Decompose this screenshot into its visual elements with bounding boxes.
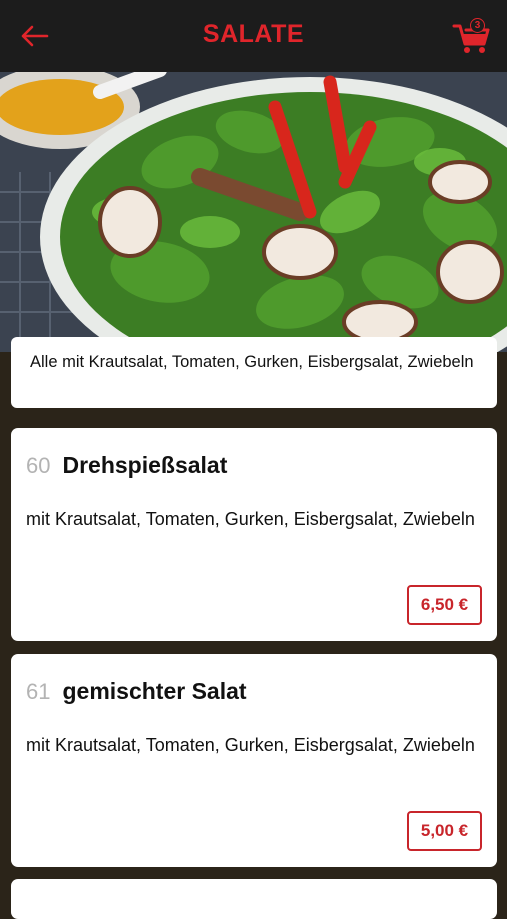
menu-item-header: 60 Drehspießsalat bbox=[26, 452, 227, 479]
page-title: SALATE bbox=[202, 20, 305, 48]
item-name: Drehspießsalat bbox=[62, 452, 228, 478]
item-number: 61 bbox=[26, 679, 51, 704]
category-note: Alle mit Krautsalat, Tomaten, Gurken, Ei… bbox=[11, 337, 497, 408]
cart-button[interactable]: 3 bbox=[452, 16, 492, 56]
item-description: mit Krautsalat, Tomaten, Gurken, Eisberg… bbox=[26, 735, 475, 755]
menu-item-header: 61 gemischter Salat bbox=[26, 678, 247, 705]
item-description: mit Krautsalat, Tomaten, Gurken, Eisberg… bbox=[26, 509, 475, 529]
salad-photo bbox=[0, 72, 507, 352]
menu-item-card-partial[interactable] bbox=[11, 879, 497, 919]
menu-item-card[interactable]: 60 Drehspießsalat mit Krautsalat, Tomate… bbox=[11, 428, 497, 641]
top-bar: SALATE 3 bbox=[0, 0, 507, 72]
add-to-cart-price-button[interactable]: 6,50 € bbox=[407, 585, 482, 625]
item-name: gemischter Salat bbox=[62, 678, 247, 704]
cart-count-badge: 3 bbox=[470, 18, 485, 33]
add-to-cart-price-button[interactable]: 5,00 € bbox=[407, 811, 482, 851]
item-number: 60 bbox=[26, 453, 51, 478]
menu-item-card[interactable]: 61 gemischter Salat mit Krautsalat, Toma… bbox=[11, 654, 497, 867]
